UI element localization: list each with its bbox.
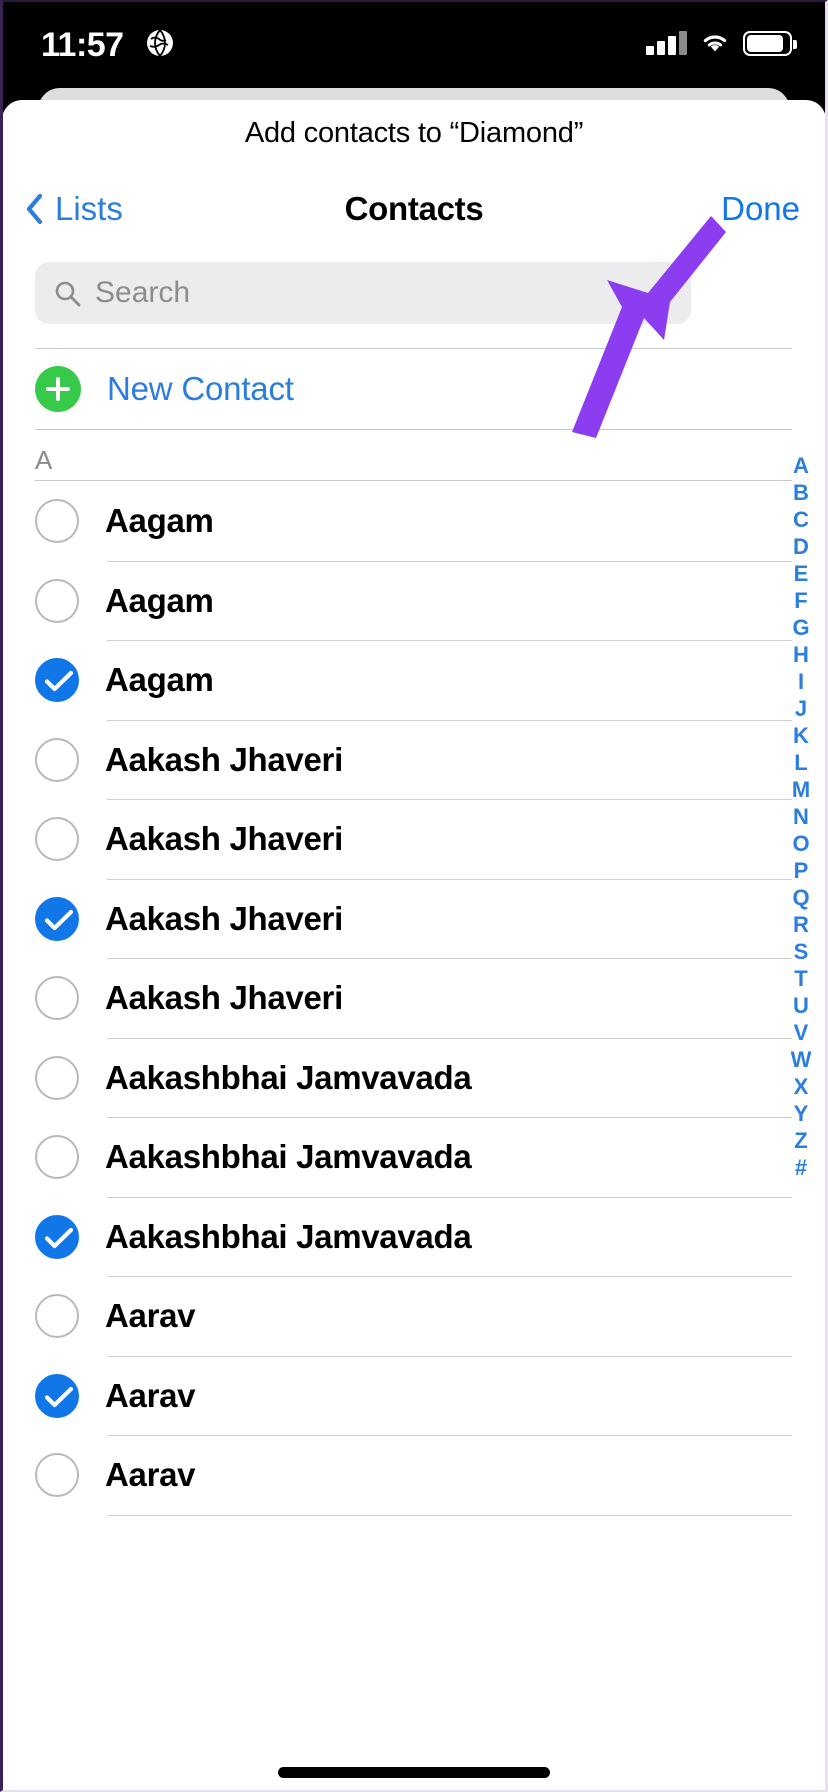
contact-row[interactable]: Aarav <box>2 1276 826 1356</box>
alpha-index-u[interactable]: U <box>793 992 809 1019</box>
checkmark-icon <box>45 1386 73 1407</box>
search-input[interactable] <box>95 276 691 310</box>
search-bar[interactable] <box>35 262 691 324</box>
alpha-index-c[interactable]: C <box>793 506 809 533</box>
alphabet-index[interactable]: A B C D E F G H I J K L M N O P Q R S T U V W X Y Z # <box>782 452 820 1181</box>
checkbox-unselected[interactable] <box>35 976 79 1020</box>
alpha-index-z[interactable]: Z <box>794 1127 807 1154</box>
alpha-index-r[interactable]: R <box>793 911 809 938</box>
new-contact-label: New Contact <box>107 370 294 407</box>
alpha-index-h[interactable]: H <box>793 641 809 668</box>
divider <box>35 429 792 430</box>
checkbox-unselected[interactable] <box>35 1055 79 1100</box>
page-title: Contacts <box>344 190 484 227</box>
checkmark-icon <box>45 909 73 930</box>
alpha-index-k[interactable]: K <box>793 722 809 749</box>
contact-name: Aarav <box>105 1376 196 1414</box>
checkmark-icon <box>45 670 73 692</box>
contact-name: Aarav <box>105 1456 196 1493</box>
status-bar-time: 11:57 <box>41 26 124 64</box>
section-header-a: A <box>35 445 53 475</box>
contact-row[interactable]: Aakashbhai Jamvavada <box>2 1117 826 1197</box>
contact-name: Aakashbhai Jamvavada <box>105 1217 472 1255</box>
checkbox-unselected[interactable] <box>35 578 79 623</box>
alpha-index-e[interactable]: E <box>794 560 809 587</box>
alpha-index-n[interactable]: N <box>793 803 809 830</box>
contact-name: Aagam <box>105 661 214 698</box>
alpha-index-y[interactable]: Y <box>794 1100 809 1127</box>
checkbox-selected[interactable] <box>35 896 79 941</box>
alpha-index-j[interactable]: J <box>795 695 807 722</box>
contact-row[interactable]: Aakash Jhaveri <box>2 720 826 800</box>
cellular-signal-icon <box>646 31 687 55</box>
contact-row[interactable]: Aakash Jhaveri <box>2 958 826 1038</box>
contact-name: Aagam <box>105 581 214 619</box>
checkbox-unselected[interactable] <box>35 499 79 543</box>
battery-icon <box>743 30 797 56</box>
alpha-index-g[interactable]: G <box>792 614 809 641</box>
contact-row[interactable]: Aakashbhai Jamvavada <box>2 1038 826 1118</box>
row-separator <box>107 1514 792 1516</box>
contact-name: Aakash Jhaveri <box>105 820 343 857</box>
contact-name: Aakashbhai Jamvavada <box>105 1138 472 1175</box>
contact-name: Aakash Jhaveri <box>105 979 343 1016</box>
checkbox-unselected[interactable] <box>35 1135 79 1179</box>
phone-screen: 11:57 Add contacts to “Diamond” Lists Co… <box>0 0 828 1792</box>
alpha-index-i[interactable]: I <box>798 668 804 695</box>
alpha-index-o[interactable]: O <box>792 830 809 857</box>
contact-name: Aakash Jhaveri <box>105 899 343 937</box>
alpha-index-d[interactable]: D <box>793 533 809 560</box>
checkbox-selected[interactable] <box>35 1373 79 1418</box>
alpha-index-s[interactable]: S <box>794 938 809 965</box>
done-button[interactable]: Done <box>721 190 800 228</box>
contact-name: Aakashbhai Jamvavada <box>105 1058 472 1096</box>
alpha-index-f[interactable]: F <box>794 587 807 614</box>
contact-row[interactable]: Aagam <box>2 640 826 720</box>
home-indicator <box>278 1767 550 1778</box>
contact-row[interactable]: Aarav <box>2 1356 826 1436</box>
contact-name: Aagam <box>105 502 214 539</box>
alpha-index-v[interactable]: V <box>794 1019 809 1046</box>
checkbox-unselected[interactable] <box>35 1453 79 1497</box>
contacts-list: New Contact A Aagam Aagam Aagam Aakash Jhav… <box>2 348 826 1790</box>
search-icon <box>55 281 81 306</box>
alpha-index-b[interactable]: B <box>793 479 809 506</box>
alpha-index-t[interactable]: T <box>794 965 807 992</box>
alpha-index-x[interactable]: X <box>794 1073 809 1100</box>
contact-row[interactable]: Aakash Jhaveri <box>2 879 826 959</box>
new-contact-row[interactable]: New Contact <box>2 349 826 429</box>
checkmark-icon <box>45 1227 73 1248</box>
globe-icon <box>147 29 173 57</box>
contact-row[interactable]: Aakashbhai Jamvavada <box>2 1197 826 1277</box>
contact-row[interactable]: Aagam <box>2 481 826 561</box>
alpha-index-p[interactable]: P <box>794 857 809 884</box>
alpha-index-hash[interactable]: # <box>795 1154 807 1181</box>
checkbox-selected[interactable] <box>35 658 79 702</box>
checkbox-unselected[interactable] <box>35 817 79 861</box>
navigation-bar: Lists Contacts Done <box>2 186 826 248</box>
wifi-icon <box>703 35 727 52</box>
alpha-index-w[interactable]: W <box>791 1046 812 1073</box>
contact-row[interactable]: Aarav <box>2 1435 826 1515</box>
checkbox-unselected[interactable] <box>35 737 79 782</box>
alpha-index-m[interactable]: M <box>792 776 810 803</box>
checkbox-unselected[interactable] <box>35 1294 79 1338</box>
alpha-index-l[interactable]: L <box>794 749 807 776</box>
add-contacts-sheet: Add contacts to “Diamond” Lists Contacts… <box>2 100 826 1790</box>
alpha-index-q[interactable]: Q <box>792 884 809 911</box>
contact-name: Aarav <box>105 1297 196 1334</box>
contact-row[interactable]: Aagam <box>2 561 826 641</box>
status-bar: 11:57 <box>0 0 828 88</box>
plus-circle-icon <box>35 366 81 412</box>
checkbox-selected[interactable] <box>35 1214 79 1259</box>
sheet-title: Add contacts to “Diamond” <box>244 117 584 149</box>
status-bar-indicators <box>646 26 797 60</box>
contact-name: Aakash Jhaveri <box>105 740 343 778</box>
alpha-index-a[interactable]: A <box>793 452 809 479</box>
contact-row[interactable]: Aakash Jhaveri <box>2 799 826 879</box>
